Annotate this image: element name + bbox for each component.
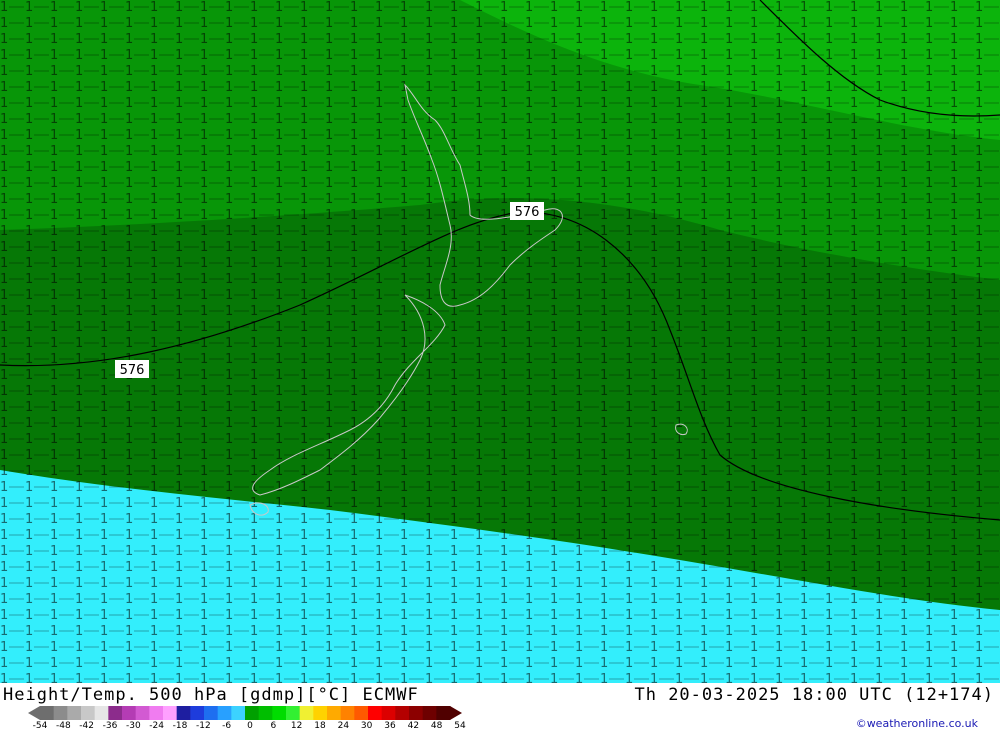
legend-tick-label: -48 (55, 721, 71, 731)
legend-swatch (245, 706, 260, 720)
legend-swatch (40, 706, 55, 720)
legend-swatch (422, 706, 437, 720)
legend-swatch (81, 706, 96, 720)
legend-tick-label: -42 (79, 721, 95, 731)
weather-map: 1 576 576 (0, 0, 1000, 683)
legend-tick-label: -6 (222, 721, 232, 731)
legend-tick-label: 36 (384, 721, 396, 731)
legend-tick-label: 30 (360, 721, 373, 731)
legend-swatch (163, 706, 178, 720)
svg-text:576: 576 (515, 205, 540, 220)
map-canvas: 1 576 576 (0, 0, 1000, 683)
svg-text:576: 576 (120, 363, 145, 378)
map-title: Height/Temp. 500 hPa [gdmp][°C] ECMWF (3, 685, 419, 705)
legend-swatch (258, 706, 273, 720)
legend-swatch (149, 706, 164, 720)
legend-tick-label: 54 (454, 721, 466, 731)
legend-swatch (67, 706, 82, 720)
legend-swatch (204, 706, 219, 720)
legend-tick-label: -24 (149, 721, 165, 731)
legend-arrow-left (28, 706, 40, 720)
legend-tick-label: 0 (247, 721, 253, 731)
contour-label-east: 576 (510, 202, 544, 220)
value-texture (0, 0, 1000, 683)
legend-tick-label: -12 (195, 721, 211, 731)
map-datetime: Th 20-03-2025 18:00 UTC (12+174) (634, 685, 994, 705)
legend-swatch (94, 706, 109, 720)
legend-swatch (327, 706, 342, 720)
legend-tick-label: 42 (407, 721, 420, 731)
legend-tick-label: 48 (430, 721, 443, 731)
legend-bar (28, 706, 462, 720)
legend-ticks: -54 -48 -42 -36 -30 -24 -18 -12 -6 0 6 12 18 24 30 36 42… (30, 721, 470, 733)
legend-tick-label: -36 (102, 721, 118, 731)
legend-tick-label: 18 (314, 721, 326, 731)
legend-swatch (368, 706, 383, 720)
legend-tick-label: 12 (290, 721, 303, 731)
credit-link[interactable]: ©weatheronline.co.uk (856, 717, 978, 730)
contour-label-west: 576 (115, 360, 149, 378)
legend-swatch (108, 706, 123, 720)
legend-swatch (176, 706, 191, 720)
legend-swatch (299, 706, 314, 720)
legend-swatch (395, 706, 410, 720)
legend-swatch (135, 706, 150, 720)
legend-swatch (436, 706, 451, 720)
legend-swatch (190, 706, 205, 720)
legend-arrow-right (450, 706, 462, 720)
legend-tick-label: -18 (172, 721, 188, 731)
legend-swatch (313, 706, 328, 720)
legend-swatch (340, 706, 355, 720)
legend-tick-label: 24 (337, 721, 350, 731)
legend-tick-label: 6 (270, 721, 277, 731)
legend-swatch (381, 706, 396, 720)
legend-swatch (231, 706, 246, 720)
legend-swatch (354, 706, 369, 720)
legend-swatch (217, 706, 232, 720)
legend-swatch (122, 706, 137, 720)
legend-tick-label: -30 (125, 721, 141, 731)
legend-tick-label: -54 (32, 721, 48, 731)
legend-swatch (272, 706, 287, 720)
legend-swatch (53, 706, 68, 720)
legend-swatch (286, 706, 301, 720)
legend-swatch (409, 706, 424, 720)
